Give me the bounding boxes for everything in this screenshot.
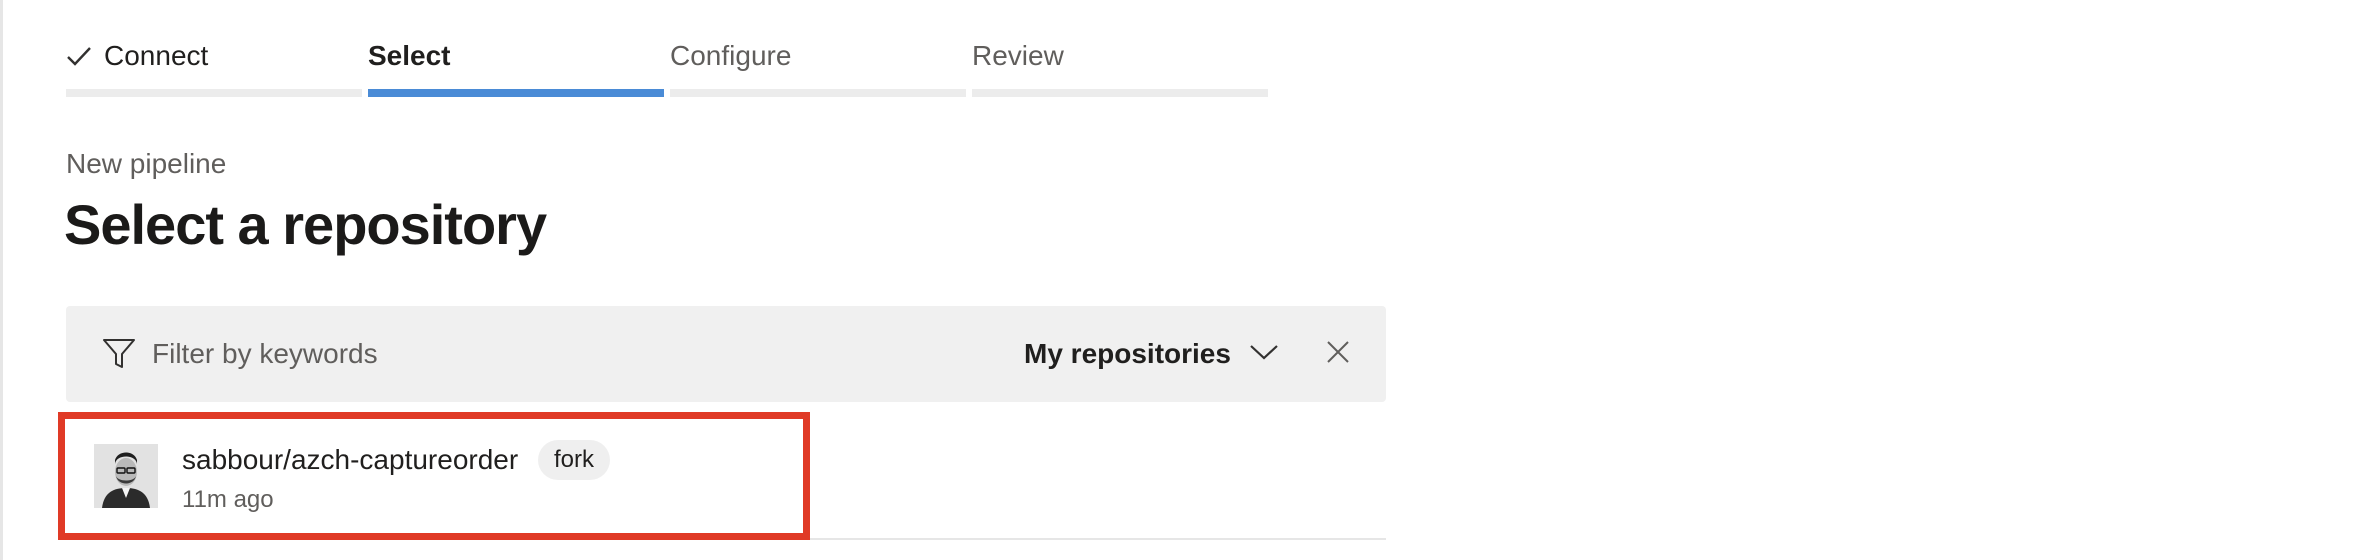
filter-icon: [102, 338, 136, 375]
wizard-stepper: Connect Select Configure Review: [66, 36, 1268, 100]
repository-list-item[interactable]: sabbour/azch-captureorder fork 11m ago: [66, 414, 1386, 540]
breadcrumb: New pipeline: [66, 148, 227, 179]
page-title: Select a repository: [64, 193, 547, 256]
repository-list: sabbour/azch-captureorder fork 11m ago: [66, 414, 1386, 540]
step-label: Connect: [104, 40, 209, 71]
fork-badge: fork: [538, 440, 611, 480]
filter-bar: My repositories: [66, 306, 1386, 402]
new-pipeline-page: Connect Select Configure Review New pipe…: [0, 0, 2360, 560]
repository-name: sabbour/azch-captureorder: [182, 444, 519, 475]
step-connect[interactable]: Connect: [66, 36, 362, 100]
step-configure[interactable]: Configure: [670, 36, 966, 100]
repository-scope-dropdown[interactable]: My repositories: [1024, 330, 1279, 378]
check-icon: [66, 45, 92, 67]
clear-filter-button[interactable]: [1320, 336, 1356, 372]
avatar: [94, 444, 158, 508]
step-select[interactable]: Select: [368, 36, 664, 100]
left-border: [0, 0, 3, 560]
step-progress-bar: [368, 89, 664, 97]
step-progress-bar: [66, 89, 362, 97]
repository-updated-time: 11m ago: [182, 486, 274, 513]
filter-keywords-input[interactable]: [152, 330, 952, 378]
scope-dropdown-label: My repositories: [1024, 338, 1231, 369]
step-progress-bar: [670, 89, 966, 97]
step-label: Select: [368, 40, 451, 71]
step-label: Review: [972, 40, 1064, 71]
close-icon: [1326, 340, 1350, 369]
step-label: Configure: [670, 40, 792, 71]
step-review[interactable]: Review: [972, 36, 1268, 100]
step-progress-bar: [972, 89, 1268, 97]
chevron-down-icon: [1249, 343, 1279, 366]
